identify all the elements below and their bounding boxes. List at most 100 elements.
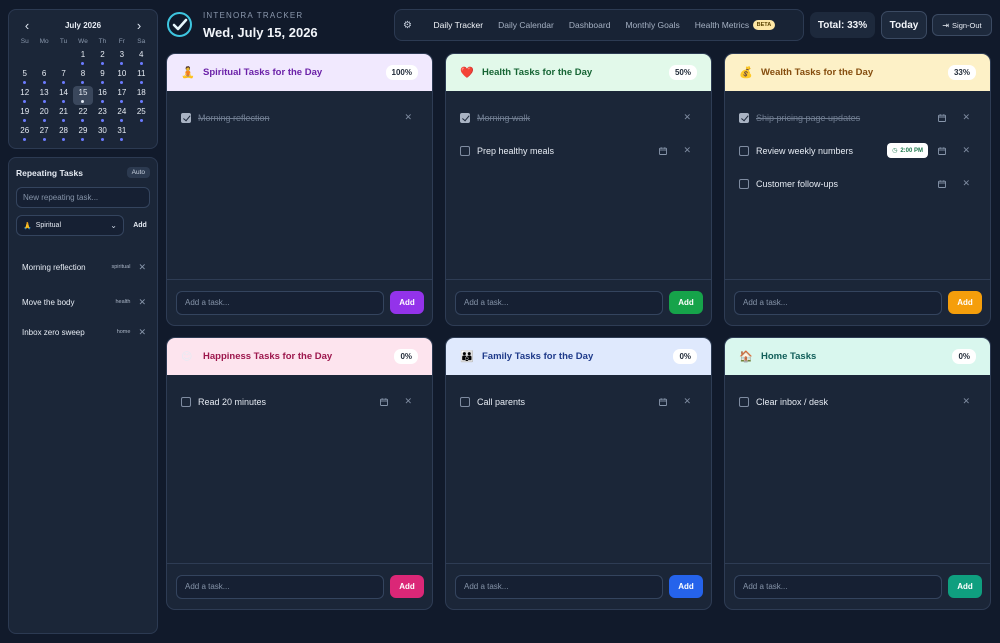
chevron-right-icon[interactable]: › — [133, 18, 145, 33]
calendar-day-number: 14 — [59, 88, 69, 97]
calendar-icon[interactable] — [938, 113, 946, 122]
add-task-button[interactable]: Add — [669, 291, 703, 314]
add-task-input[interactable] — [176, 574, 384, 599]
nav-dashboard[interactable]: Dashboard — [561, 20, 618, 30]
calendar-day[interactable]: 29 — [73, 124, 92, 143]
nav-health-metrics[interactable]: Health Metrics — [687, 20, 756, 30]
task-checkbox[interactable] — [460, 145, 470, 156]
task-dot-icon — [100, 62, 104, 65]
close-icon[interactable]: ✕ — [138, 327, 146, 338]
task-dot-icon — [42, 138, 46, 141]
calendar-day[interactable]: 15 — [73, 86, 93, 105]
task-checkbox[interactable] — [739, 396, 749, 407]
auto-badge[interactable]: Auto — [126, 167, 150, 178]
close-icon[interactable]: ✕ — [962, 112, 970, 123]
card-title: Happiness Tasks for the Day — [203, 351, 333, 362]
calendar-day[interactable]: 23 — [93, 105, 112, 124]
calendar-day[interactable]: 16 — [93, 86, 112, 105]
close-icon[interactable]: ✕ — [404, 396, 412, 407]
calendar-day[interactable]: 10 — [112, 67, 131, 86]
add-task-button[interactable]: Add — [669, 575, 703, 598]
add-repeating-button[interactable]: Add — [130, 222, 150, 229]
calendar-day[interactable]: 6 — [34, 67, 53, 86]
add-task-input[interactable] — [734, 574, 942, 599]
today-button[interactable]: Today — [881, 11, 927, 39]
calendar-day[interactable]: 1 — [73, 48, 92, 67]
calendar-day[interactable]: 31 — [112, 124, 131, 143]
add-task-button[interactable]: Add — [390, 575, 424, 598]
time-badge[interactable]: ◷ 2:00 PM — [887, 143, 928, 158]
repeating-category-select[interactable]: 🙏 Spiritual ⌄ — [16, 215, 124, 236]
calendar-icon[interactable] — [380, 397, 388, 406]
close-icon[interactable]: ✕ — [962, 145, 970, 156]
close-icon[interactable]: ✕ — [683, 396, 691, 407]
task-checkbox[interactable] — [460, 112, 470, 123]
calendar-day[interactable]: 2 — [93, 48, 112, 67]
add-task-input[interactable] — [734, 290, 942, 315]
add-task-button[interactable]: Add — [948, 575, 982, 598]
calendar-day[interactable]: 9 — [93, 67, 112, 86]
add-task-button[interactable]: Add — [390, 291, 424, 314]
calendar-day[interactable]: 3 — [112, 48, 131, 67]
add-task-input[interactable] — [455, 290, 663, 315]
calendar-day[interactable]: 5 — [15, 67, 34, 86]
calendar-blank — [15, 48, 34, 67]
calendar-icon[interactable] — [938, 179, 946, 188]
add-task-input[interactable] — [455, 574, 663, 599]
task-checkbox[interactable] — [181, 112, 191, 123]
calendar-day[interactable]: 14 — [54, 86, 73, 105]
close-icon[interactable]: ✕ — [683, 145, 691, 156]
calendar-day[interactable]: 30 — [93, 124, 112, 143]
weekday-label: Tu — [59, 38, 68, 45]
calendar-day-number: 1 — [80, 50, 86, 59]
nav-monthly-goals[interactable]: Monthly Goals — [618, 20, 687, 30]
gear-icon[interactable]: ⚙ — [403, 20, 417, 31]
close-icon[interactable]: ✕ — [683, 112, 691, 123]
calendar-day[interactable]: 28 — [54, 124, 73, 143]
task-checkbox[interactable] — [739, 145, 749, 156]
task-row: Customer follow-ups ✕ — [739, 167, 976, 200]
chevron-left-icon[interactable]: ‹ — [21, 18, 33, 33]
calendar-day[interactable]: 4 — [132, 48, 151, 67]
calendar-day[interactable]: 27 — [34, 124, 53, 143]
card-title: Home Tasks — [761, 351, 817, 362]
task-checkbox[interactable] — [181, 396, 191, 407]
calendar-day[interactable]: 7 — [54, 67, 73, 86]
close-icon[interactable]: ✕ — [962, 178, 970, 189]
nav-daily-tracker[interactable]: Daily Tracker — [426, 20, 491, 30]
brand-name: INTENORA TRACKER — [203, 11, 304, 20]
card-progress-badge: 0% — [952, 349, 976, 364]
calendar-day[interactable]: 24 — [112, 105, 131, 124]
calendar-day[interactable]: 25 — [132, 105, 151, 124]
calendar-day[interactable]: 18 — [132, 86, 151, 105]
add-task-button[interactable]: Add — [948, 291, 982, 314]
task-dot-icon — [23, 100, 27, 103]
calendar-day[interactable]: 21 — [54, 105, 73, 124]
calendar-day[interactable]: 22 — [73, 105, 92, 124]
calendar-icon[interactable] — [938, 146, 946, 155]
sign-out-button[interactable]: ⇥ Sign-Out — [932, 14, 992, 36]
calendar-day[interactable]: 26 — [15, 124, 34, 143]
calendar-day[interactable]: 12 — [15, 86, 34, 105]
add-task-row: Add — [725, 563, 990, 609]
calendar-day[interactable]: 8 — [73, 67, 92, 86]
close-icon[interactable]: ✕ — [962, 396, 970, 407]
calendar-day[interactable]: 20 — [34, 105, 53, 124]
close-icon[interactable]: ✕ — [138, 297, 146, 308]
close-icon[interactable]: ✕ — [404, 112, 412, 123]
calendar-day[interactable]: 17 — [112, 86, 131, 105]
calendar-day-number: 18 — [136, 88, 146, 97]
add-task-input[interactable] — [176, 290, 384, 315]
calendar-day[interactable]: 11 — [132, 67, 151, 86]
calendar-icon[interactable] — [659, 146, 667, 155]
calendar-day[interactable]: 19 — [15, 105, 34, 124]
calendar-icon[interactable] — [659, 397, 667, 406]
nav-daily-calendar[interactable]: Daily Calendar — [491, 20, 562, 30]
calendar-day[interactable]: 13 — [34, 86, 53, 105]
close-icon[interactable]: ✕ — [138, 262, 146, 273]
task-checkbox[interactable] — [460, 396, 470, 407]
task-checkbox[interactable] — [739, 112, 749, 123]
task-checkbox[interactable] — [739, 178, 749, 189]
repeating-task-input[interactable] — [16, 187, 150, 208]
calendar-day-number: 19 — [20, 107, 30, 116]
